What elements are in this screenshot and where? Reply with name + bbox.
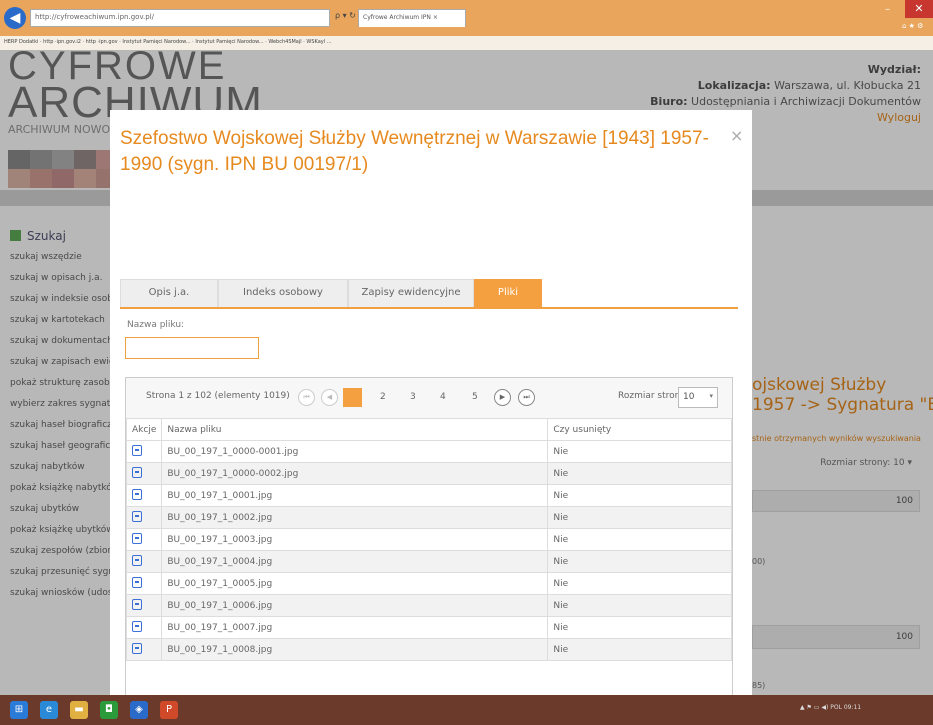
page-size-value: 10: [683, 392, 695, 402]
file-icon[interactable]: [132, 598, 142, 610]
row-filename: BU_00_197_1_0008.jpg: [161, 638, 549, 661]
pager-info: Strona 1 z 102 (elementy 1019): [146, 391, 290, 401]
col-header-nazwa-pliku[interactable]: Nazwa pliku: [161, 418, 549, 441]
tab-opis[interactable]: Opis j.a.: [120, 279, 218, 307]
close-icon[interactable]: ×: [730, 126, 743, 145]
row-deleted: Nie: [547, 638, 732, 661]
file-icon[interactable]: [132, 532, 142, 544]
row-action-cell: [125, 528, 163, 551]
row-filename: BU_00_197_1_0000-0001.jpg: [161, 440, 549, 463]
page-3[interactable]: 3: [410, 392, 416, 402]
pager-top: Strona 1 z 102 (elementy 1019) ⏮ ◀ 1 2 3…: [126, 378, 732, 418]
filename-filter-label: Nazwa pliku:: [127, 320, 185, 330]
table-row[interactable]: BU_00_197_1_0008.jpg Nie: [125, 638, 732, 661]
row-action-cell: [125, 616, 163, 639]
row-action-cell: [125, 506, 163, 529]
prev-page-icon[interactable]: ◀: [321, 389, 338, 406]
system-tray[interactable]: ▲ ⚑ ▭ ◀) POL 09:11: [800, 704, 861, 711]
taskbar: ⊞ e ▬ ◘ ◈ P ▲ ⚑ ▭ ◀) POL 09:11: [0, 695, 933, 725]
row-filename: BU_00_197_1_0004.jpg: [161, 550, 549, 573]
row-action-cell: [125, 594, 163, 617]
chevron-down-icon: ▾: [709, 392, 713, 400]
row-deleted: Nie: [547, 506, 732, 529]
first-page-icon[interactable]: ⏮: [298, 389, 315, 406]
page-size-select[interactable]: 10 ▾: [678, 387, 718, 408]
row-filename: BU_00_197_1_0007.jpg: [161, 616, 549, 639]
table-header-row: Akcje Nazwa pliku Czy usunięty: [125, 418, 732, 441]
row-action-cell: [125, 550, 163, 573]
file-icon[interactable]: [132, 620, 142, 632]
page-5[interactable]: 5: [472, 392, 478, 402]
powerpoint-icon[interactable]: P: [160, 701, 178, 719]
next-page-icon[interactable]: ▶: [494, 389, 511, 406]
row-filename: BU_00_197_1_0003.jpg: [161, 528, 549, 551]
row-deleted: Nie: [547, 616, 732, 639]
row-filename: BU_00_197_1_0005.jpg: [161, 572, 549, 595]
table-row[interactable]: BU_00_197_1_0004.jpg Nie: [125, 550, 732, 573]
table-row[interactable]: BU_00_197_1_0003.jpg Nie: [125, 528, 732, 551]
row-deleted: Nie: [547, 484, 732, 507]
row-action-cell: [125, 462, 163, 485]
row-deleted: Nie: [547, 572, 732, 595]
files-table: Akcje Nazwa pliku Czy usunięty BU_00_197…: [125, 418, 732, 661]
col-header-czy-usuniety[interactable]: Czy usunięty: [547, 418, 732, 441]
table-row[interactable]: BU_00_197_1_0007.jpg Nie: [125, 616, 732, 639]
row-deleted: Nie: [547, 440, 732, 463]
store-icon[interactable]: ◘: [100, 701, 118, 719]
details-modal: Szefostwo Wojskowej Służby Wewnętrznej w…: [110, 110, 752, 695]
table-row[interactable]: BU_00_197_1_0002.jpg Nie: [125, 506, 732, 529]
tab-pliki[interactable]: Pliki: [474, 279, 542, 307]
row-deleted: Nie: [547, 528, 732, 551]
table-row[interactable]: BU_00_197_1_0000-0002.jpg Nie: [125, 462, 732, 485]
file-icon[interactable]: [132, 554, 142, 566]
row-action-cell: [125, 440, 163, 463]
filename-filter-input[interactable]: [125, 337, 259, 359]
address-controls[interactable]: ρ ▾ ↻: [335, 11, 356, 20]
row-filename: BU_00_197_1_0002.jpg: [161, 506, 549, 529]
row-filename: BU_00_197_1_0006.jpg: [161, 594, 549, 617]
back-arrow-icon[interactable]: ◀: [4, 7, 26, 29]
file-explorer-icon[interactable]: ▬: [70, 701, 88, 719]
table-row[interactable]: BU_00_197_1_0000-0001.jpg Nie: [125, 440, 732, 463]
minimize-button[interactable]: –: [885, 5, 899, 16]
modal-tabs: Opis j.a. Indeks osobowy Zapisy ewidency…: [120, 279, 738, 309]
file-icon[interactable]: [132, 444, 142, 456]
row-filename: BU_00_197_1_0000-0002.jpg: [161, 462, 549, 485]
outlook-icon[interactable]: ◈: [130, 701, 148, 719]
col-header-akcje[interactable]: Akcje: [125, 418, 163, 441]
row-action-cell: [125, 572, 163, 595]
page-2[interactable]: 2: [380, 392, 386, 402]
tab-indeks-osobowy[interactable]: Indeks osobowy: [218, 279, 348, 307]
internet-explorer-icon[interactable]: e: [40, 701, 58, 719]
page-4[interactable]: 4: [440, 392, 446, 402]
row-filename: BU_00_197_1_0001.jpg: [161, 484, 549, 507]
file-icon[interactable]: [132, 576, 142, 588]
file-icon[interactable]: [132, 466, 142, 478]
row-deleted: Nie: [547, 462, 732, 485]
files-grid: Strona 1 z 102 (elementy 1019) ⏮ ◀ 1 2 3…: [125, 377, 733, 695]
row-action-cell: [125, 484, 163, 507]
windows-start-icon[interactable]: ⊞: [10, 701, 28, 719]
row-deleted: Nie: [547, 594, 732, 617]
page-background: CYFROWE ARCHIWUM ARCHIWUM NOWOCZESNE Wyd…: [0, 50, 933, 695]
file-icon[interactable]: [132, 488, 142, 500]
file-icon[interactable]: [132, 510, 142, 522]
row-deleted: Nie: [547, 550, 732, 573]
modal-title: Szefostwo Wojskowej Służby Wewnętrznej w…: [120, 128, 709, 175]
row-action-cell: [125, 638, 163, 661]
address-bar[interactable]: http://cyfroweachiwum.ipn.gov.pl/: [30, 9, 330, 27]
file-icon[interactable]: [132, 642, 142, 654]
browser-titlebar: ◀ http://cyfroweachiwum.ipn.gov.pl/ ρ ▾ …: [0, 0, 933, 36]
tab-zapisy-ewidencyjne[interactable]: Zapisy ewidencyjne: [348, 279, 474, 307]
last-page-icon[interactable]: ⏭: [518, 389, 535, 406]
browser-tab[interactable]: Cyfrowe Archiwum IPN ×: [358, 9, 466, 27]
page-1[interactable]: 1: [343, 388, 362, 407]
table-row[interactable]: BU_00_197_1_0005.jpg Nie: [125, 572, 732, 595]
table-row[interactable]: BU_00_197_1_0001.jpg Nie: [125, 484, 732, 507]
table-row[interactable]: BU_00_197_1_0006.jpg Nie: [125, 594, 732, 617]
bookmarks-bar[interactable]: HERP Dodatki · http ·ipn.gov.i2 · http ·…: [0, 36, 933, 50]
browser-tools-icons[interactable]: ⌂ ★ ⚙: [902, 22, 923, 30]
window-close-button[interactable]: ✕: [905, 0, 933, 18]
